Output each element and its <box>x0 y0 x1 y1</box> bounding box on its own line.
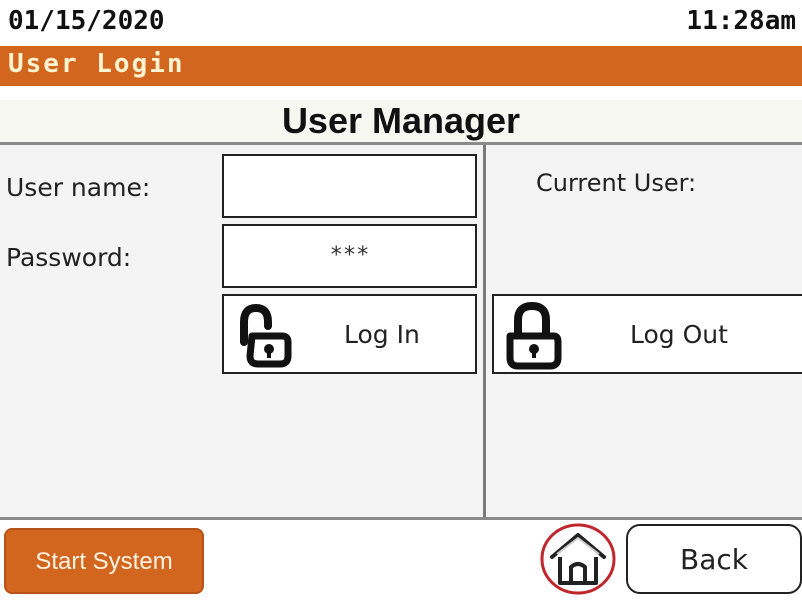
status-time: 11:28am <box>686 6 796 36</box>
current-user-label: Current User: <box>536 169 697 197</box>
screen-name-bar: User Login <box>0 46 802 86</box>
login-button[interactable]: Log In <box>222 294 477 374</box>
start-system-label: Start System <box>35 548 173 575</box>
logout-button[interactable]: Log Out <box>492 294 802 374</box>
start-system-button[interactable]: Start System <box>4 528 204 594</box>
status-date: 01/15/2020 <box>8 6 165 36</box>
user-panel: Current User: Log Out <box>486 145 802 517</box>
logout-button-label: Log Out <box>630 320 728 349</box>
username-label: User name: <box>6 173 151 202</box>
home-icon <box>540 523 616 595</box>
password-field[interactable]: *** <box>222 224 477 288</box>
back-button-label: Back <box>680 543 748 576</box>
status-bar: 01/15/2020 11:28am <box>0 0 802 46</box>
unlocked-padlock-icon <box>240 303 292 368</box>
screen-name: User Login <box>8 49 185 79</box>
login-button-label: Log In <box>344 320 420 349</box>
username-field[interactable] <box>222 154 477 218</box>
page-title-bar: User Manager <box>0 100 802 145</box>
login-panel: User name: Password: *** Log In <box>0 145 486 517</box>
back-button[interactable]: Back <box>626 524 802 594</box>
home-button[interactable] <box>538 521 620 597</box>
page-title: User Manager <box>281 100 521 141</box>
header-spacer <box>0 86 802 100</box>
locked-padlock-icon <box>506 301 562 370</box>
password-label: Password: <box>6 243 132 272</box>
